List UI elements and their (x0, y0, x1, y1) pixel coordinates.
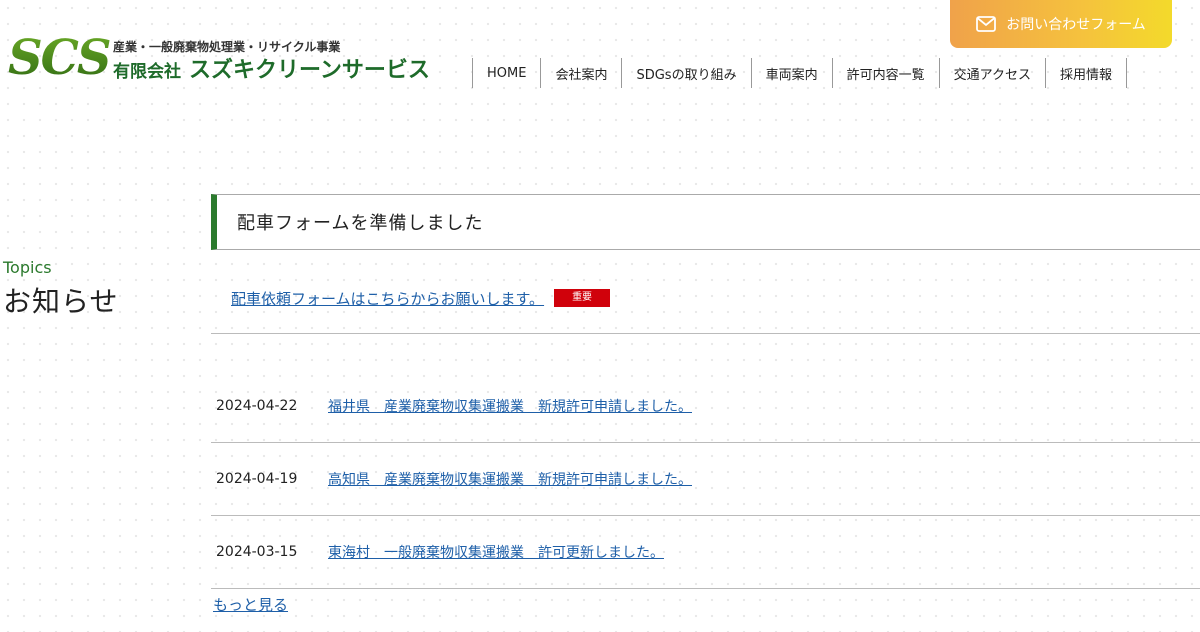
nav-link-home[interactable]: HOME (473, 66, 540, 81)
news-date: 2024-03-15 (216, 544, 298, 560)
news-date: 2024-04-22 (216, 398, 298, 414)
company-corp-type: 有限会社 (113, 62, 181, 82)
news-title-link[interactable]: 高知県 産業廃棄物収集運搬業 新規許可申請しました。 (328, 469, 692, 489)
news-date: 2024-04-19 (216, 471, 298, 487)
news-list: 2024-04-22 福井県 産業廃棄物収集運搬業 新規許可申請しました。 20… (211, 370, 1200, 589)
section-label-en: Topics (3, 258, 52, 277)
news-item: 2024-04-19 高知県 産業廃棄物収集運搬業 新規許可申請しました。 (211, 443, 1200, 516)
news-item: 2024-03-15 東海村 一般廃棄物収集運搬業 許可更新しました。 (211, 516, 1200, 589)
company-name-text: スズキクリーンサービス (189, 57, 430, 83)
contact-form-button[interactable]: お問い合わせフォーム (950, 0, 1172, 48)
dispatch-form-link[interactable]: 配車依頼フォームはこちらからお願いします。 (231, 288, 544, 309)
nav-item-permits: 許可内容一覧 (833, 58, 940, 88)
site-header: SCS 産業・一般廃棄物処理業・リサイクル事業 有限会社 スズキクリーンサービス … (0, 0, 1200, 100)
news-title-link[interactable]: 福井県 産業廃棄物収集運搬業 新規許可申請しました。 (328, 396, 692, 416)
company-name: 有限会社 スズキクリーンサービス (113, 56, 430, 86)
nav-link-sdgs[interactable]: SDGsの取り組み (622, 64, 750, 83)
notice-heading: 配車フォームを準備しました (211, 194, 1200, 250)
important-badge: 重要 (554, 289, 611, 307)
section-label-jp: お知らせ (3, 285, 119, 318)
contact-form-label: お問い合わせフォーム (1006, 17, 1146, 33)
nav-link-vehicles[interactable]: 車両案内 (752, 64, 832, 83)
nav-link-access[interactable]: 交通アクセス (940, 64, 1045, 83)
nav-item-recruit: 採用情報 (1046, 58, 1127, 88)
logo-mark: SCS (8, 30, 112, 86)
news-title-link[interactable]: 東海村 一般廃棄物収集運搬業 許可更新しました。 (328, 542, 664, 562)
more-news-link[interactable]: もっと見る (213, 594, 288, 615)
nav-link-company[interactable]: 会社案内 (541, 64, 621, 83)
notice-body: 配車依頼フォームはこちらからお願いします。 重要 (211, 250, 1200, 334)
nav-item-sdgs: SDGsの取り組み (622, 58, 752, 88)
nav-link-permits[interactable]: 許可内容一覧 (833, 64, 939, 83)
topics-main: 配車フォームを準備しました 配車依頼フォームはこちらからお願いします。 重要 2… (211, 194, 1200, 589)
nav-link-recruit[interactable]: 採用情報 (1046, 64, 1126, 83)
topics-section-label: Topics お知らせ (3, 258, 118, 320)
logo-tagline: 産業・一般廃棄物処理業・リサイクル事業 (113, 40, 341, 54)
nav-item-company: 会社案内 (541, 58, 623, 88)
global-nav: HOME 会社案内 SDGsの取り組み 車両案内 許可内容一覧 交通アクセス 採… (472, 58, 1127, 88)
nav-item-vehicles: 車両案内 (752, 58, 833, 88)
nav-item-home: HOME (472, 58, 542, 88)
nav-item-access: 交通アクセス (940, 58, 1046, 88)
mail-icon (976, 16, 997, 32)
news-item: 2024-04-22 福井県 産業廃棄物収集運搬業 新規許可申請しました。 (211, 370, 1200, 443)
